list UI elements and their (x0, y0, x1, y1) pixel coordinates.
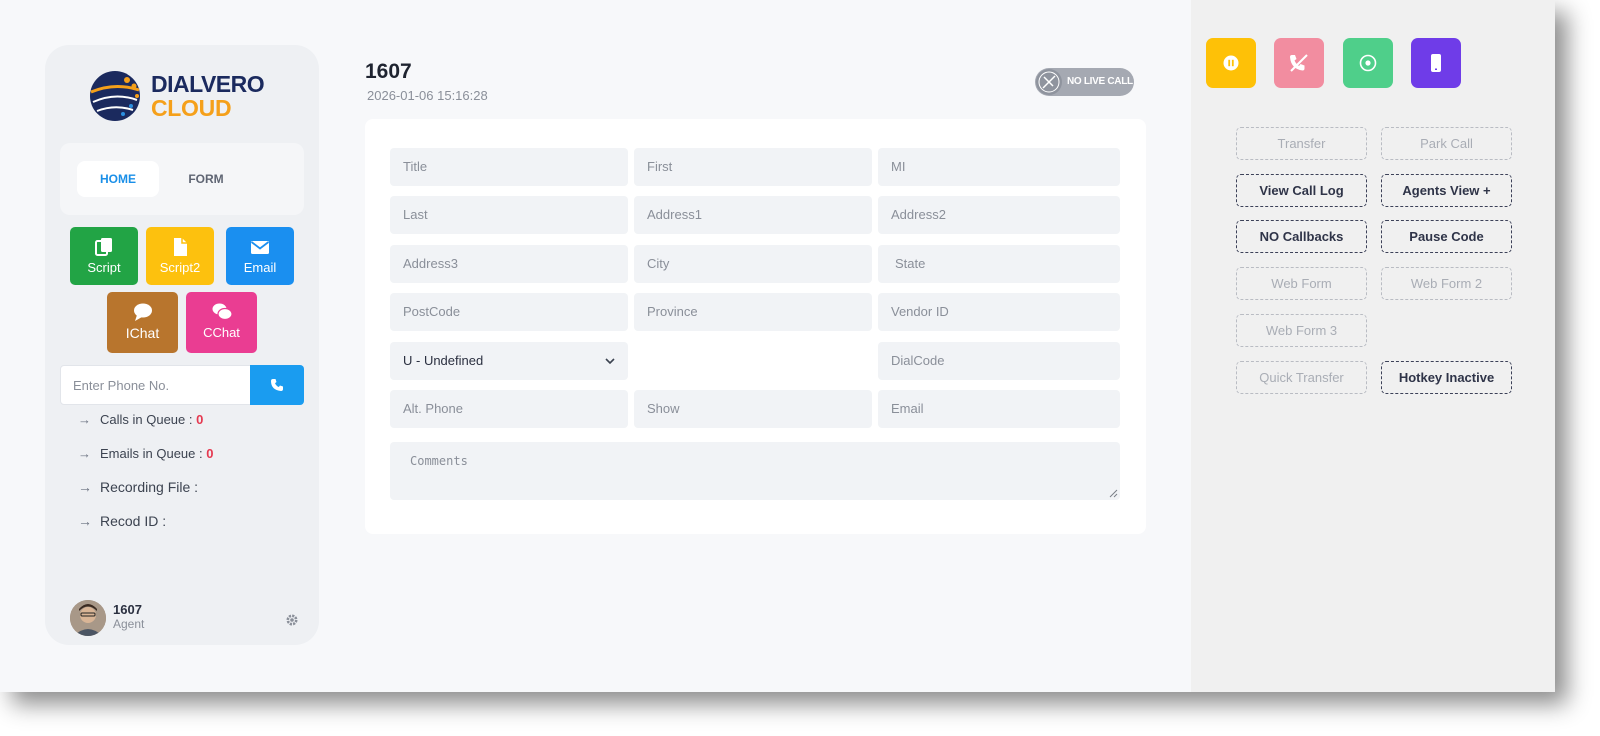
recording-file-row: → Recording File : (78, 479, 198, 495)
record-id-label: Recod ID : (100, 513, 167, 529)
app-window: DIALVERO CLOUD HOME FORM Script Script2 … (0, 0, 1555, 692)
emails-queue-row: → Emails in Queue : 0 (78, 446, 213, 461)
script-button[interactable]: Script (70, 227, 138, 285)
tab-form[interactable]: FORM (165, 161, 247, 197)
gender-selected-value: U - Undefined (403, 353, 484, 368)
arrow-right-icon: → (78, 446, 91, 461)
cchat-label: CChat (203, 325, 240, 340)
address3-field[interactable]: Address3 (390, 245, 628, 283)
dialcode-field[interactable]: DialCode (878, 342, 1120, 380)
lead-form: Title First MI Last Address1 Address2 Ad… (365, 119, 1146, 534)
arrow-right-icon: → (78, 412, 91, 427)
tab-home[interactable]: HOME (77, 161, 159, 197)
pause-button[interactable] (1206, 38, 1256, 88)
dial-button[interactable] (250, 365, 304, 405)
email-label: Email (243, 260, 277, 275)
view-call-log-button[interactable]: View Call Log (1236, 174, 1367, 207)
mobile-button[interactable] (1411, 38, 1461, 88)
brand-line-2: CLOUD (151, 95, 232, 121)
web-form-button[interactable]: Web Form (1236, 267, 1367, 300)
email-button[interactable]: Email (226, 227, 294, 285)
session-timestamp: 2026-01-06 15:16:28 (367, 88, 488, 103)
cchat-button[interactable]: CChat (186, 292, 257, 353)
pause-icon (1223, 55, 1239, 71)
record-icon (1359, 54, 1377, 72)
script2-label: Script2 (159, 260, 201, 275)
pause-code-button[interactable]: Pause Code (1381, 220, 1512, 253)
vendor-id-field[interactable]: Vendor ID (878, 293, 1120, 331)
province-field[interactable]: Province (634, 293, 872, 331)
document-icon (174, 238, 187, 256)
hangup-icon (1290, 54, 1308, 72)
record-id-row: → Recod ID : (78, 513, 166, 529)
user-role: Agent (113, 617, 145, 631)
page-title: 1607 (365, 60, 412, 83)
middle-initial-field[interactable]: MI (878, 148, 1120, 186)
title-field[interactable]: Title (390, 148, 628, 186)
brand-wordmark: DIALVERO CLOUD (151, 71, 265, 121)
ichat-label: IChat (125, 325, 160, 341)
call-status-text: NO LIVE CALL (1067, 76, 1133, 87)
emails-queue-count: 0 (206, 446, 214, 461)
chat-bubbles-icon (212, 303, 233, 321)
brand-line-1: DIALVERO (151, 71, 265, 97)
emails-queue-label: Emails in Queue : (100, 446, 203, 461)
brand-logo: DIALVERO CLOUD (87, 68, 277, 124)
comments-textarea[interactable]: Comments (390, 442, 1120, 500)
ichat-button[interactable]: IChat (107, 292, 178, 353)
phone-number-input[interactable] (61, 366, 251, 404)
nav-tabs: HOME FORM (60, 143, 304, 215)
arrow-right-icon: → (78, 479, 92, 495)
show-field[interactable]: Show (634, 390, 872, 428)
postcode-field[interactable]: PostCode (390, 293, 628, 331)
no-callbacks-button[interactable]: NO Callbacks (1236, 220, 1367, 253)
globe-logo-icon (90, 71, 140, 121)
phone-icon (271, 379, 283, 391)
calls-queue-label: Calls in Queue : (100, 412, 193, 427)
envelope-icon (250, 241, 270, 254)
chevron-down-icon (605, 358, 615, 365)
calls-queue-row: → Calls in Queue : 0 (78, 412, 203, 427)
script-label: Script (87, 260, 121, 275)
calls-queue-count: 0 (196, 412, 204, 427)
call-control-panel: Transfer Park Call View Call Log Agents … (1191, 0, 1555, 692)
park-call-button[interactable]: Park Call (1381, 127, 1512, 160)
hotkey-button[interactable]: Hotkey Inactive (1381, 361, 1512, 394)
user-name: 1607 (113, 602, 142, 617)
script2-button[interactable]: Script2 (146, 227, 214, 285)
dial-box (60, 365, 304, 405)
no-call-icon (1036, 69, 1062, 95)
gear-icon[interactable] (285, 613, 299, 627)
mobile-phone-icon (1431, 54, 1441, 72)
last-name-field[interactable]: Last (390, 196, 628, 234)
transfer-button[interactable]: Transfer (1236, 127, 1367, 160)
agents-view-button[interactable]: Agents View + (1381, 174, 1512, 207)
call-status-badge: NO LIVE CALL (1035, 68, 1134, 96)
recording-file-label: Recording File : (100, 479, 199, 495)
copy-document-icon (95, 238, 112, 256)
alt-phone-field[interactable]: Alt. Phone (390, 390, 628, 428)
quick-transfer-button[interactable]: Quick Transfer (1236, 361, 1367, 394)
resize-handle-icon[interactable] (1108, 488, 1118, 498)
arrow-right-icon: → (78, 513, 92, 529)
city-field[interactable]: City (634, 245, 872, 283)
web-form-3-button[interactable]: Web Form 3 (1236, 314, 1367, 347)
email-field[interactable]: Email (878, 390, 1120, 428)
state-field[interactable]: State (878, 245, 1120, 283)
sidebar: DIALVERO CLOUD HOME FORM Script Script2 … (45, 45, 319, 645)
chat-bubble-icon (133, 303, 152, 321)
gender-select[interactable]: U - Undefined (390, 342, 628, 380)
first-name-field[interactable]: First (634, 148, 872, 186)
avatar (70, 600, 106, 636)
address2-field[interactable]: Address2 (878, 196, 1120, 234)
web-form-2-button[interactable]: Web Form 2 (1381, 267, 1512, 300)
address1-field[interactable]: Address1 (634, 196, 872, 234)
hangup-button[interactable] (1274, 38, 1324, 88)
record-button[interactable] (1343, 38, 1393, 88)
